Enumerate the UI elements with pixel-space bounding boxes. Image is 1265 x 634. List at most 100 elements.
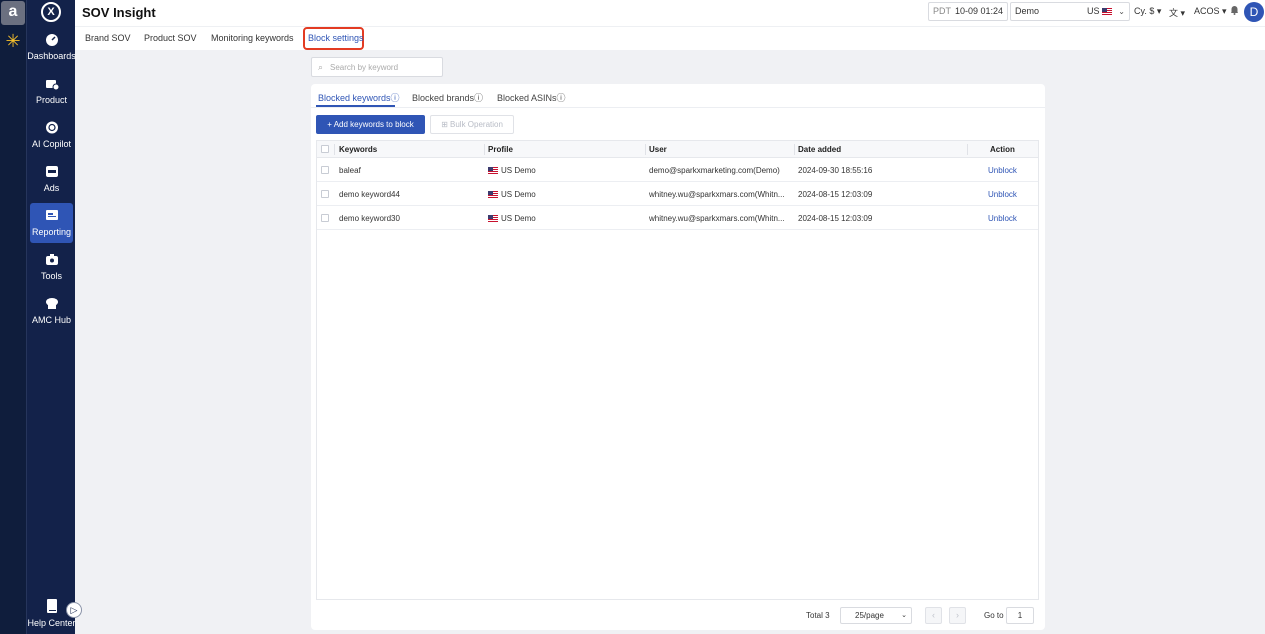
language-select[interactable]: 文 ▾	[1169, 6, 1185, 19]
walmart-icon[interactable]: ✳	[4, 32, 22, 50]
keyword-cell: baleaf	[339, 166, 361, 175]
currency-select[interactable]: Cy. $ ▾	[1134, 6, 1161, 17]
info-icon: ⓘ	[390, 93, 400, 103]
tab-brand-sov[interactable]: Brand SOV	[85, 33, 131, 43]
profile-cell: US Demo	[488, 166, 638, 175]
user-cell: whitney.wu@sparkxmars.com(Whitn...	[649, 214, 785, 223]
ai-copilot-icon	[45, 121, 58, 134]
sidebar-item-label: AI Copilot	[31, 139, 72, 149]
tab-product-sov[interactable]: Product SOV	[144, 33, 197, 43]
gauge-icon	[45, 34, 58, 46]
timezone-label: PDT	[933, 6, 951, 16]
goto-page-input[interactable]	[1006, 607, 1034, 624]
us-flag-icon	[1102, 8, 1112, 15]
search-icon: ⌕	[318, 62, 324, 72]
avatar[interactable]: D	[1244, 2, 1264, 22]
tab-monitoring-keywords[interactable]: Monitoring keywords	[211, 33, 294, 43]
date-cell: 2024-09-30 18:55:16	[798, 166, 873, 175]
column-divider	[645, 144, 646, 155]
tab-blocked-keywords[interactable]: Blocked keywordsⓘ	[318, 91, 400, 104]
date-cell: 2024-08-15 12:03:09	[798, 190, 873, 199]
us-flag-icon	[488, 191, 498, 198]
translate-icon: 文	[1169, 8, 1179, 18]
column-header-action: Action	[990, 145, 1015, 154]
pagination: Total 3 25/page ⌄ ‹ › Go to	[311, 606, 1045, 626]
bulk-operation-label: Bulk Operation	[450, 120, 503, 129]
table-row: baleaf US Demo demo@sparkxmarketing.com(…	[317, 158, 1038, 182]
sidebar-item-label: AMC Hub	[31, 315, 71, 325]
column-header-user[interactable]: User	[649, 145, 667, 154]
sidebar-item-label: Ads	[43, 183, 60, 193]
add-keywords-button[interactable]: + Add keywords to block	[316, 115, 425, 134]
sub-navigation: Brand SOV Product SOV Monitoring keyword…	[75, 26, 1265, 50]
profile-select[interactable]: Demo US ⌄	[1010, 2, 1130, 21]
column-divider	[967, 144, 968, 155]
amc-hub-icon	[45, 298, 58, 309]
row-checkbox[interactable]	[321, 166, 329, 174]
sidebar-item-ai-copilot[interactable]: AI Copilot	[27, 121, 76, 163]
collapse-sidebar-icon[interactable]: ▷	[66, 602, 82, 618]
timezone-clock: PDT 10-09 01:24	[928, 2, 1008, 21]
date-cell: 2024-08-15 12:03:09	[798, 214, 873, 223]
us-flag-icon	[488, 167, 498, 174]
tab-blocked-asins[interactable]: Blocked ASINsⓘ	[497, 91, 566, 104]
country-label: US	[1087, 3, 1115, 20]
sidebar-item-product[interactable]: Product	[27, 77, 76, 119]
row-checkbox[interactable]	[321, 214, 329, 222]
page-size-select[interactable]: 25/page ⌄	[840, 607, 912, 624]
column-divider	[334, 144, 335, 155]
tools-icon	[45, 254, 58, 265]
chevron-down-icon: ⌄	[901, 612, 907, 619]
current-datetime: 10-09 01:24	[955, 6, 1004, 16]
column-divider	[484, 144, 485, 155]
sidebar-item-label: Dashboards	[27, 51, 76, 61]
column-header-keywords[interactable]: Keywords	[339, 145, 377, 154]
tab-blocked-brands[interactable]: Blocked brandsⓘ	[412, 91, 483, 104]
top-bar: SOV Insight PDT 10-09 01:24 Demo US ⌄ Cy.…	[75, 0, 1265, 26]
info-icon: ⓘ	[474, 93, 484, 103]
caret-down-icon: ▾	[1156, 6, 1162, 16]
caret-down-icon: ▾	[1180, 8, 1186, 18]
user-cell: whitney.wu@sparkxmars.com(Whitn...	[649, 190, 785, 199]
chevron-down-icon: ⌄	[1118, 7, 1125, 16]
profile-cell: US Demo	[488, 190, 638, 199]
sidebar-item-tools[interactable]: Tools	[27, 253, 76, 295]
search-box: ⌕	[311, 57, 443, 77]
prev-page-button[interactable]: ‹	[925, 607, 942, 624]
us-flag-icon	[488, 215, 498, 222]
keyword-cell: demo keyword44	[339, 190, 400, 199]
sidebar-item-reporting[interactable]: Reporting	[30, 203, 73, 243]
amazon-icon[interactable]: a	[1, 1, 25, 25]
sidebar: X Dashboards Product AI Copilot Ads Repo…	[26, 0, 76, 634]
bell-icon[interactable]	[1230, 5, 1239, 17]
table-row: demo keyword44 US Demo whitney.wu@sparkx…	[317, 182, 1038, 206]
plus-icon: +	[327, 120, 332, 129]
unblock-link[interactable]: Unblock	[988, 190, 1017, 199]
caret-down-icon: ▾	[1222, 6, 1227, 16]
column-header-profile[interactable]: Profile	[488, 145, 513, 154]
sidebar-item-ads[interactable]: Ads	[27, 165, 76, 207]
add-keywords-label: Add keywords to block	[333, 120, 414, 129]
sidebar-item-label: Tools	[40, 271, 62, 281]
book-icon	[46, 599, 57, 613]
sidebar-item-amc-hub[interactable]: AMC Hub	[27, 297, 76, 339]
tab-block-settings[interactable]: Block settings	[308, 33, 364, 43]
help-center-label: Help Center	[27, 618, 76, 628]
profile-cell: US Demo	[488, 214, 638, 223]
total-count: Total 3	[806, 611, 830, 620]
row-checkbox[interactable]	[321, 190, 329, 198]
search-input[interactable]	[330, 60, 440, 74]
metric-select[interactable]: ACOS ▾	[1194, 6, 1227, 17]
tab-divider	[311, 107, 1045, 108]
unblock-link[interactable]: Unblock	[988, 214, 1017, 223]
info-icon: ⓘ	[556, 93, 566, 103]
goto-label: Go to	[984, 611, 1004, 620]
product-icon	[45, 80, 59, 90]
column-header-date-added[interactable]: Date added	[798, 145, 841, 154]
bulk-operation-icon: ⊞	[441, 120, 448, 129]
select-all-checkbox[interactable]	[321, 145, 329, 153]
sidebar-item-dashboards[interactable]: Dashboards	[27, 33, 76, 75]
bulk-operation-button[interactable]: ⊞ Bulk Operation	[430, 115, 514, 134]
unblock-link[interactable]: Unblock	[988, 166, 1017, 175]
next-page-button[interactable]: ›	[949, 607, 966, 624]
